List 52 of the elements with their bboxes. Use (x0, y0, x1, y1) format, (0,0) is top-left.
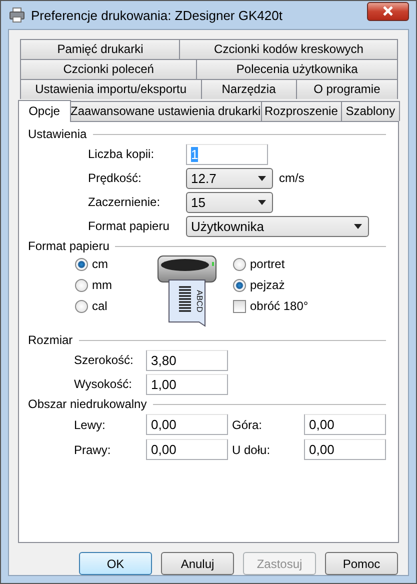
tab[interactable]: Rozproszenie (260, 101, 342, 121)
tab[interactable]: Opcje (18, 100, 71, 122)
tab[interactable]: Czcionki kodów kreskowych (179, 39, 398, 59)
tab[interactable]: Narzędzia (200, 79, 297, 99)
tab[interactable]: Ustawienia importu/eksportu (20, 79, 202, 99)
tab[interactable]: Polecenia użytkownika (196, 59, 398, 79)
dropdown[interactable]: 12.7 (186, 168, 273, 188)
rotate-checkbox[interactable]: obróć 180° (233, 298, 308, 314)
radio-button[interactable]: pejzaż (233, 277, 308, 293)
input-field[interactable]: 0,00 (304, 414, 386, 435)
dialog-button[interactable]: OK (79, 552, 152, 575)
radio-button[interactable]: portret (233, 256, 308, 272)
close-button[interactable] (367, 2, 409, 20)
field-label: Szerokość: (74, 353, 134, 367)
tab[interactable]: Zaawansowane ustawienia drukarki (70, 101, 262, 121)
field-label: Lewy: (74, 418, 106, 432)
dropdown[interactable]: Użytkownika (186, 216, 369, 236)
dropdown[interactable]: 15 (186, 192, 273, 212)
field-label: Liczba kopii: (88, 147, 156, 161)
input-field[interactable]: 3,80 (146, 350, 228, 370)
group-title: Rozmiar (28, 333, 73, 347)
dialog-button[interactable]: Pomoc (325, 552, 398, 575)
tab[interactable]: Szablony (340, 101, 400, 121)
input-field[interactable]: 0,00 (146, 414, 228, 435)
tab[interactable]: Czcionki poleceń (20, 59, 198, 79)
input-field[interactable]: 0,00 (146, 439, 228, 460)
input-field[interactable]: 1,00 (146, 374, 228, 394)
dropdown-arrow-icon (258, 200, 266, 204)
field-label: Wysokość: (74, 377, 133, 391)
field-label: Prędkość: (88, 171, 142, 185)
close-icon (382, 6, 394, 16)
input-field[interactable]: 0,00 (304, 439, 386, 460)
label-printer-drawing: ABCD (157, 254, 217, 328)
unit-label: cm/s (279, 171, 304, 185)
group-title: Format papieru (28, 239, 110, 253)
tab[interactable]: O programie (296, 79, 398, 99)
group-title: Obszar niedrukowalny (28, 397, 147, 411)
field-label: U dołu: (231, 442, 272, 456)
dropdown-arrow-icon (354, 224, 362, 228)
window-title: Preferencje drukowania: ZDesigner GK420t (31, 8, 284, 22)
field-label: Format papieru (88, 219, 170, 233)
field-label: Zaczernienie: (88, 195, 162, 209)
group-title: Ustawienia (28, 127, 87, 141)
radio-button[interactable]: cal (75, 298, 157, 314)
dropdown-arrow-icon (258, 176, 266, 180)
field-label: Góra: (231, 418, 264, 432)
dialog-button[interactable]: Anuluj (161, 552, 234, 575)
radio-button[interactable]: cm (75, 256, 157, 272)
radio-button[interactable]: mm (75, 277, 157, 293)
printer-icon (9, 7, 25, 23)
tab[interactable]: Pamięć drukarki (20, 39, 180, 59)
field-label: Prawy: (74, 442, 112, 456)
